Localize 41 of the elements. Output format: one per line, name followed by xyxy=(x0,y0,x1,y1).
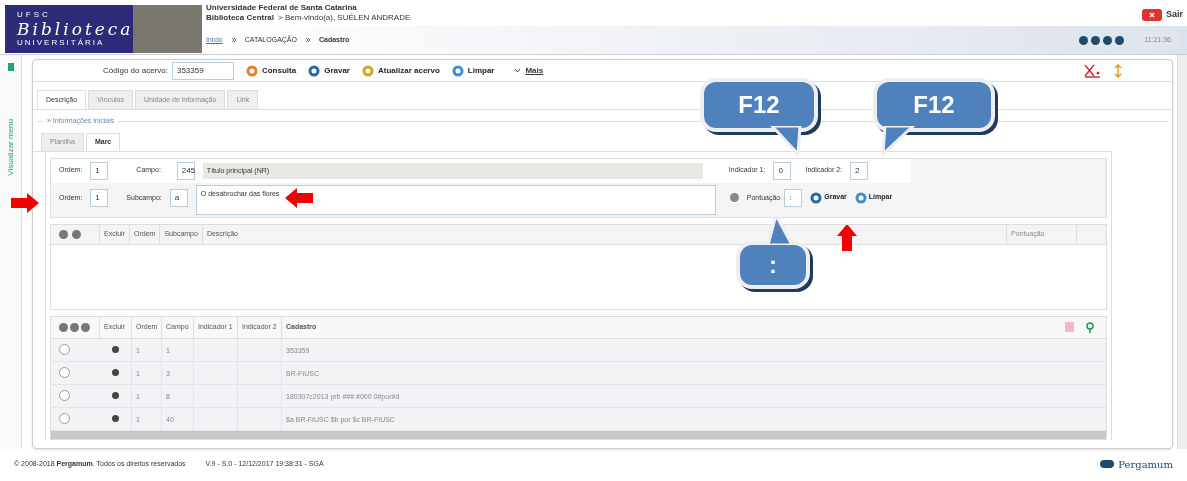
indicator-field[interactable]: 2 xyxy=(850,161,869,180)
caret-icon xyxy=(514,68,522,73)
callout-tail xyxy=(770,126,804,156)
institution-name: Universidade Federal de Santa Catarina xyxy=(206,3,358,13)
toolbar-button[interactable]: Consulta xyxy=(245,64,297,77)
logo-text: UFSC xyxy=(17,10,52,20)
toolbar-button[interactable]: Gravar xyxy=(308,64,350,77)
logo-text: UNIVERSITÁRIA xyxy=(17,38,106,48)
chevron-icon xyxy=(305,37,311,43)
subfield-field[interactable]: a xyxy=(169,188,188,207)
welcome-text: > Bem-vindo(a), SUÉLEN ANDRADE xyxy=(278,13,411,23)
vertical-scrollbar[interactable] xyxy=(1177,55,1187,449)
order-field[interactable]: 1 xyxy=(90,161,109,180)
row-radio[interactable] xyxy=(59,413,70,424)
logo-text: Biblioteca xyxy=(17,20,135,38)
indicator-field[interactable]: 0 xyxy=(773,161,792,180)
row-radio[interactable] xyxy=(59,344,70,355)
vertical-arrows-icon[interactable] xyxy=(1114,63,1122,78)
field-label: Código do acervo: xyxy=(103,64,168,77)
logout-button[interactable]: Sair xyxy=(1142,8,1187,22)
order-field[interactable]: 1 xyxy=(90,188,109,207)
punctuation-field[interactable]: : xyxy=(784,188,803,207)
more-button[interactable]: Mais xyxy=(514,64,544,77)
delete-icon[interactable] xyxy=(111,369,119,376)
field-tag-field[interactable]: 245 xyxy=(176,161,195,180)
toolbar-button[interactable]: Atualizar acervo xyxy=(361,64,440,77)
row-radio[interactable] xyxy=(59,367,70,378)
row-radio[interactable] xyxy=(59,390,70,401)
horizontal-scrollbar[interactable] xyxy=(51,431,1106,439)
delete-icon[interactable] xyxy=(111,346,119,353)
code-field[interactable]: 353359 xyxy=(171,61,234,80)
side-menu-icon[interactable] xyxy=(7,63,14,71)
callout-tail xyxy=(881,126,915,156)
unit-name: Biblioteca Central xyxy=(206,13,274,23)
pergamum-logo: Pergamum xyxy=(1100,456,1173,472)
delete-icon[interactable] xyxy=(111,415,119,422)
chevron-icon xyxy=(230,37,237,43)
cross-icon[interactable] xyxy=(1084,63,1102,78)
close-icon xyxy=(1142,9,1162,21)
toolbar-button[interactable]: Limpar xyxy=(451,64,495,77)
delete-icon[interactable] xyxy=(111,392,119,399)
